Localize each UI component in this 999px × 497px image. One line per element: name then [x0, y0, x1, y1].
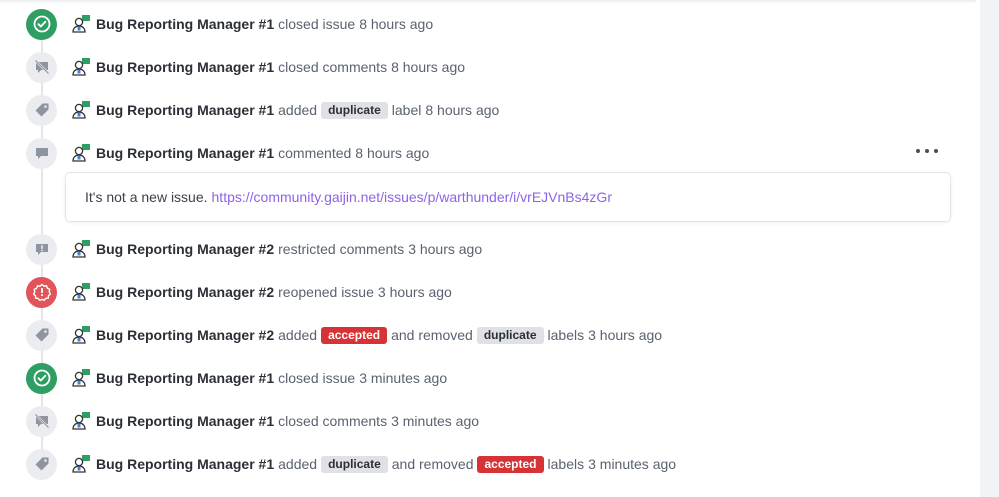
event-time[interactable]: 3 minutes ago	[391, 413, 479, 429]
timeline-event-closed-comments: Bug Reporting Manager #1 closed comments…	[26, 405, 479, 437]
page-gutter	[980, 0, 999, 497]
event-time[interactable]: 3 minutes ago	[359, 370, 447, 386]
event-author[interactable]: Bug Reporting Manager #1	[96, 456, 274, 472]
avatar[interactable]	[71, 282, 91, 302]
event-time[interactable]: 8 hours ago	[391, 59, 465, 75]
check-circle-icon	[26, 362, 57, 394]
event-action: closed issue	[278, 370, 356, 386]
tag-icon	[26, 319, 57, 351]
event-action: closed issue	[278, 16, 356, 32]
comment-card: It's not a new issue. https://community.g…	[65, 172, 951, 222]
event-author[interactable]: Bug Reporting Manager #1	[96, 16, 274, 32]
avatar[interactable]	[71, 14, 91, 34]
event-time[interactable]: 8 hours ago	[425, 102, 499, 118]
event-time[interactable]: 3 hours ago	[588, 327, 662, 343]
timeline-event-commented: Bug Reporting Manager #1 commented 8 hou…	[26, 137, 429, 169]
timeline-event-reopened-issue: Bug Reporting Manager #2 reopened issue …	[26, 276, 452, 308]
timeline-event-labels-changed: Bug Reporting Manager #2 added accepted …	[26, 319, 662, 351]
event-action: commented	[278, 145, 352, 161]
avatar[interactable]	[71, 239, 91, 259]
event-author[interactable]: Bug Reporting Manager #1	[96, 370, 274, 386]
label-duplicate[interactable]: duplicate	[321, 455, 388, 473]
comment-text: It's not a new issue.	[85, 189, 208, 205]
comment-more-options-icon[interactable]	[916, 144, 938, 158]
event-author[interactable]: Bug Reporting Manager #1	[96, 145, 274, 161]
event-author[interactable]: Bug Reporting Manager #2	[96, 241, 274, 257]
avatar[interactable]	[71, 454, 91, 474]
event-action: closed comments	[278, 59, 388, 75]
event-action: closed comments	[278, 413, 388, 429]
comment-icon	[26, 137, 57, 169]
comment-off-icon	[26, 405, 57, 437]
event-time[interactable]: 8 hours ago	[355, 145, 429, 161]
tag-icon	[26, 94, 57, 126]
event-label-word: label	[391, 102, 422, 118]
event-author[interactable]: Bug Reporting Manager #1	[96, 59, 274, 75]
timeline-event-labels-changed: Bug Reporting Manager #1 added duplicate…	[26, 448, 676, 480]
timeline-event-closed-issue: Bug Reporting Manager #1 closed issue 8 …	[26, 8, 433, 40]
label-accepted[interactable]: accepted	[321, 326, 388, 344]
event-action: reopened issue	[278, 284, 374, 300]
avatar[interactable]	[71, 368, 91, 388]
timeline-event-closed-comments: Bug Reporting Manager #1 closed comments…	[26, 51, 465, 83]
avatar[interactable]	[71, 143, 91, 163]
event-label-word: labels	[547, 456, 585, 472]
event-author[interactable]: Bug Reporting Manager #2	[96, 327, 274, 343]
event-author[interactable]: Bug Reporting Manager #2	[96, 284, 274, 300]
event-time[interactable]: 3 minutes ago	[588, 456, 676, 472]
tag-icon	[26, 448, 57, 480]
avatar[interactable]	[71, 57, 91, 77]
comment-off-icon	[26, 51, 57, 83]
label-accepted[interactable]: accepted	[477, 455, 544, 473]
alert-circle-icon	[26, 276, 57, 308]
timeline-event-restricted-comments: Bug Reporting Manager #2 restricted comm…	[26, 233, 482, 265]
label-duplicate[interactable]: duplicate	[321, 101, 388, 119]
event-time[interactable]: 3 hours ago	[378, 284, 452, 300]
label-duplicate[interactable]: duplicate	[476, 326, 544, 344]
comment-link[interactable]: https://community.gaijin.net/issues/p/wa…	[212, 189, 612, 205]
comment-alert-icon	[26, 233, 57, 265]
event-middle-text: and removed	[391, 456, 474, 472]
event-action: added	[278, 456, 318, 472]
timeline-event-label-added: Bug Reporting Manager #1 added duplicate…	[26, 94, 499, 126]
event-time[interactable]: 8 hours ago	[359, 16, 433, 32]
check-circle-icon	[26, 8, 57, 40]
avatar[interactable]	[71, 100, 91, 120]
avatar[interactable]	[71, 411, 91, 431]
event-middle-text: and removed	[391, 327, 473, 343]
event-label-word: labels	[547, 327, 585, 343]
avatar[interactable]	[71, 325, 91, 345]
event-author[interactable]: Bug Reporting Manager #1	[96, 102, 274, 118]
event-time[interactable]: 3 hours ago	[408, 241, 482, 257]
event-author[interactable]: Bug Reporting Manager #1	[96, 413, 274, 429]
event-action: added	[278, 327, 318, 343]
event-action: restricted comments	[278, 241, 405, 257]
event-action: added	[278, 102, 318, 118]
previous-card-edge	[0, 0, 976, 4]
timeline-event-closed-issue: Bug Reporting Manager #1 closed issue 3 …	[26, 362, 447, 394]
